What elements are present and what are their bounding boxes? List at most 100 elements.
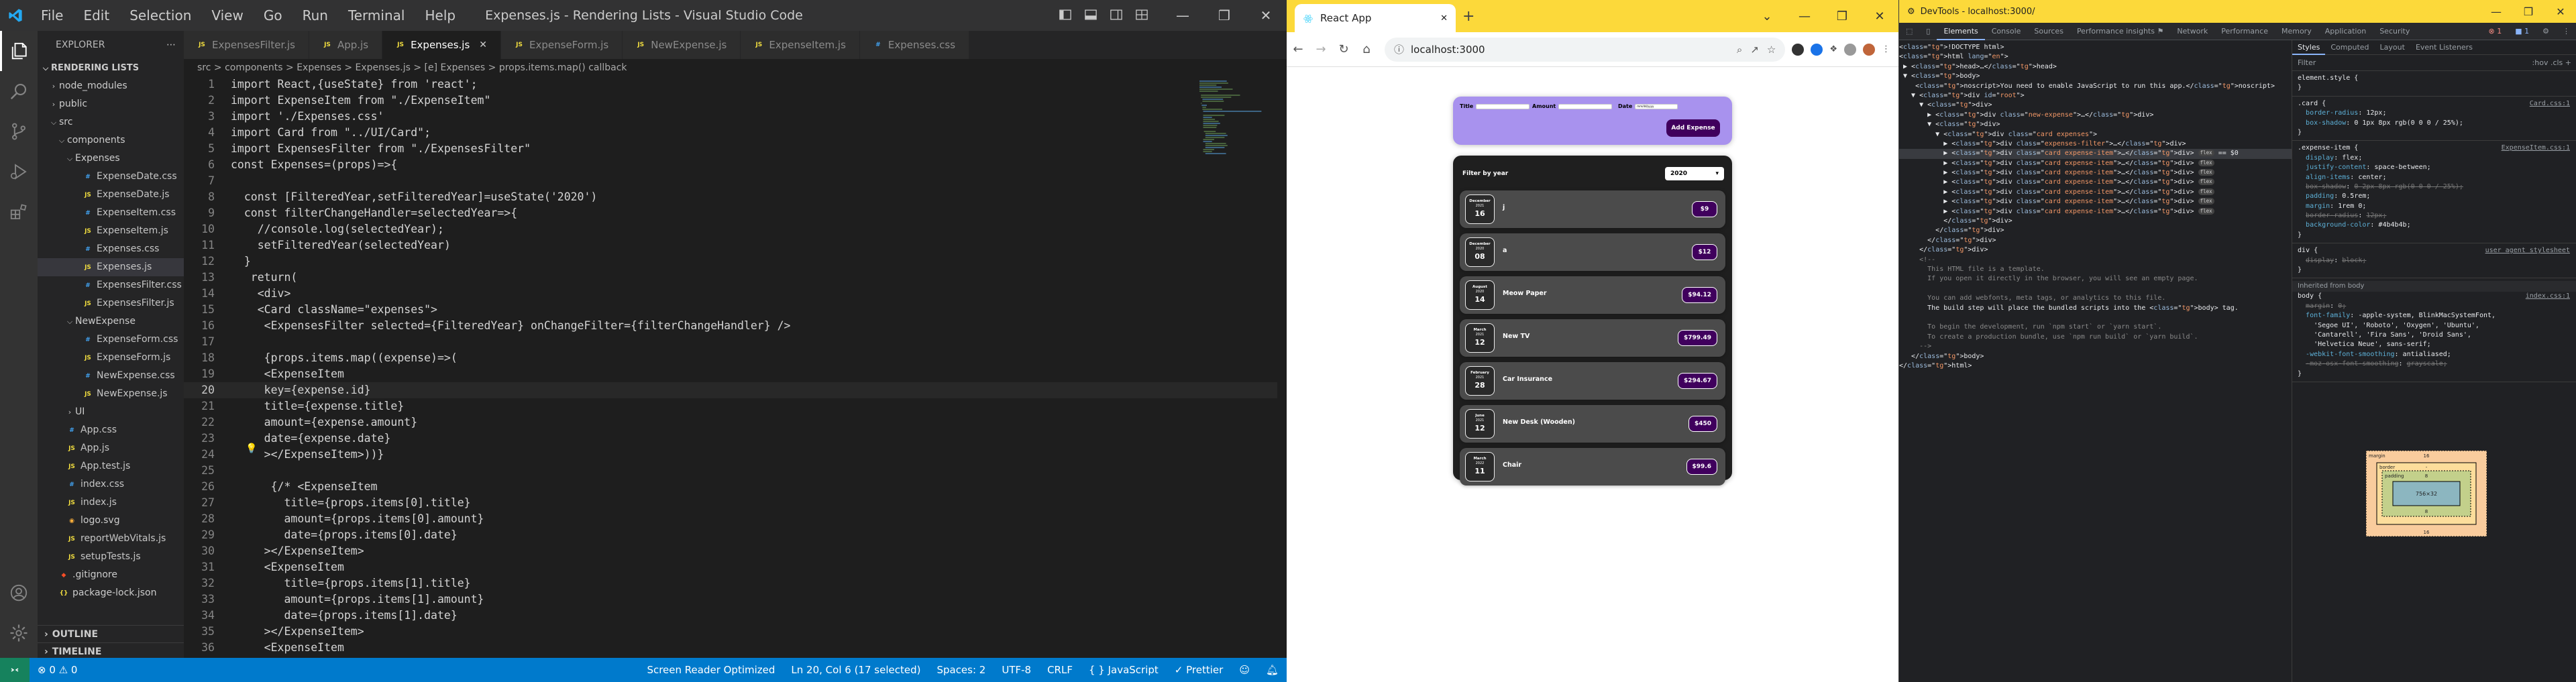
css-selector[interactable]: div {user agent stylesheet: [2292, 246, 2576, 255]
menu-selection[interactable]: Selection: [119, 0, 201, 31]
devtools-more-icon[interactable]: ⋮: [2556, 23, 2576, 40]
toggle-panel-icon[interactable]: [1084, 8, 1097, 21]
date-input[interactable]: mm/dd/yyyy: [1635, 103, 1678, 109]
devtools-tab[interactable]: Application: [2318, 23, 2373, 40]
dom-node[interactable]: </class="tg">div>: [1899, 226, 2292, 235]
css-selector[interactable]: element.style {: [2292, 74, 2576, 83]
browser-restore-button[interactable]: ❒: [1823, 0, 1861, 32]
extension-icon[interactable]: [1811, 43, 1823, 56]
manage-gear-icon[interactable]: [0, 613, 38, 653]
outline-section[interactable]: › OUTLINE: [38, 625, 184, 642]
css-property[interactable]: justify-content: space-between;: [2292, 163, 2576, 172]
notifications-bell-icon[interactable]: 🔔︎: [1258, 664, 1287, 676]
screen-reader-status[interactable]: Screen Reader Optimized: [639, 664, 783, 676]
styles-filter[interactable]: Filter :hov .cls +: [2292, 55, 2576, 71]
file-item[interactable]: # ExpensesFilter.css: [38, 276, 184, 294]
browser-tab[interactable]: React App ✕: [1295, 4, 1456, 32]
expense-item[interactable]: March 2021 12 New TV $799.49: [1460, 319, 1725, 357]
css-property[interactable]: font-family: -apple-system, BlinkMacSyst…: [2292, 311, 2576, 321]
new-tab-button[interactable]: +: [1462, 8, 1474, 25]
css-property[interactable]: -webkit-font-smoothing: antialiased;: [2292, 350, 2576, 359]
dom-node[interactable]: To create a production bundle, use `npm …: [1899, 333, 2292, 342]
zoom-search-icon[interactable]: ⌕: [1737, 44, 1742, 56]
rule-source-link[interactable]: user agent stylesheet: [2485, 246, 2570, 255]
file-item[interactable]: JS index.js: [38, 494, 184, 512]
devtools-tab[interactable]: Elements: [1937, 23, 1985, 40]
remote-indicator[interactable]: [0, 658, 30, 682]
browser-close-button[interactable]: ✕: [1861, 0, 1898, 32]
editor-tab[interactable]: JS NewExpense.js: [623, 31, 741, 59]
rule-source-link[interactable]: ExpenseItem.css:1: [2502, 144, 2570, 153]
issues-badge[interactable]: ■ 1: [2508, 23, 2536, 40]
devtools-settings-icon[interactable]: ⚙: [2536, 23, 2556, 40]
minimap[interactable]: [1197, 76, 1277, 658]
devtools-tab[interactable]: Security: [2373, 23, 2416, 40]
indentation-status[interactable]: Spaces: 2: [928, 664, 994, 676]
menu-view[interactable]: View: [201, 0, 253, 31]
encoding-status[interactable]: UTF-8: [994, 664, 1039, 676]
css-property[interactable]: box-shadow: 0 2px 8px rgb(0 0 0 / 25%);: [2292, 182, 2576, 192]
folder-item[interactable]: › UI: [38, 403, 184, 421]
dom-node[interactable]: </class="tg">div>: [1899, 245, 2292, 255]
dom-node[interactable]: [1899, 313, 2292, 323]
reload-icon[interactable]: ↻: [1332, 42, 1355, 56]
site-info-icon[interactable]: ⓘ: [1394, 42, 1404, 56]
expense-item[interactable]: February 2021 28 Car Insurance $294.67: [1460, 362, 1725, 400]
css-property[interactable]: background-color: #4b4b4b;: [2292, 221, 2576, 230]
dom-node[interactable]: [1899, 284, 2292, 294]
minimize-button[interactable]: —: [1162, 0, 1203, 31]
devtools-tab[interactable]: Performance: [2214, 23, 2275, 40]
dom-node[interactable]: -->: [1899, 342, 2292, 351]
file-item[interactable]: JS setupTests.js: [38, 548, 184, 566]
devtools-close-button[interactable]: ✕: [2544, 0, 2576, 23]
dom-node[interactable]: ▼ <class="tg">body>: [1899, 72, 2292, 81]
devtools-tab[interactable]: Memory: [2275, 23, 2318, 40]
css-property[interactable]: display: block;: [2292, 256, 2576, 266]
editor-tab[interactable]: JS Expenses.js ✕: [382, 31, 502, 59]
file-item[interactable]: # ExpenseForm.css: [38, 331, 184, 349]
feedback-icon[interactable]: ☺: [1231, 664, 1258, 676]
devtools-restore-button[interactable]: ❒: [2512, 0, 2544, 23]
extension-icon[interactable]: [1792, 43, 1805, 56]
styles-filter-input[interactable]: Filter: [2298, 58, 2316, 67]
menu-go[interactable]: Go: [254, 0, 292, 31]
dom-node[interactable]: <class="tg">noscript>You need to enable …: [1899, 82, 2292, 91]
toggle-primary-sidebar-icon[interactable]: [1059, 8, 1072, 21]
restore-button[interactable]: ❒: [1203, 0, 1245, 31]
amount-input[interactable]: [1558, 103, 1613, 109]
dom-node[interactable]: ▼ <class="tg">div id="root">: [1899, 91, 2292, 101]
year-select[interactable]: 2020 ▾: [1665, 167, 1724, 180]
editor-tab[interactable]: JS ExpensesFilter.js: [184, 31, 309, 59]
styles-subtab[interactable]: Computed: [2325, 43, 2374, 52]
devtools-tab[interactable]: Console: [1985, 23, 2028, 40]
dom-node[interactable]: </class="tg">body>: [1899, 352, 2292, 361]
toggle-secondary-sidebar-icon[interactable]: [1110, 8, 1123, 21]
file-item[interactable]: JS App.js: [38, 439, 184, 457]
dom-node[interactable]: To begin the development, run `npm start…: [1899, 323, 2292, 332]
styles-subtab[interactable]: Layout: [2375, 43, 2410, 52]
editor-tab[interactable]: JS ExpenseItem.js: [741, 31, 860, 59]
devtools-tab[interactable]: Sources: [2027, 23, 2070, 40]
folder-item[interactable]: ⌵ Expenses: [38, 150, 184, 168]
device-toolbar-icon[interactable]: ▯: [1919, 23, 1937, 40]
css-property[interactable]: display: flex;: [2292, 154, 2576, 163]
devtools-minimize-button[interactable]: —: [2480, 0, 2512, 23]
folder-item[interactable]: ⌵ NewExpense: [38, 312, 184, 331]
dom-node[interactable]: You can add webfonts, meta tags, or anal…: [1899, 294, 2292, 303]
devtools-tab[interactable]: Network: [2170, 23, 2214, 40]
problems-indicator[interactable]: ⊗ 0 ⚠ 0: [30, 664, 85, 676]
editor-scrollbar[interactable]: [1277, 76, 1287, 658]
file-item[interactable]: # ExpenseItem.css: [38, 204, 184, 222]
expense-item[interactable]: August 2020 14 Meow Paper $94.12: [1460, 276, 1725, 314]
dom-node[interactable]: ▶ <class="tg">div class="new-expense">…<…: [1899, 111, 2292, 120]
prettier-status[interactable]: ✓ Prettier: [1167, 664, 1232, 676]
profile-avatar[interactable]: [1863, 43, 1875, 56]
expense-item[interactable]: March 2022 11 Chair $99.6: [1460, 448, 1725, 486]
folder-item[interactable]: ⌵ components: [38, 131, 184, 150]
css-property[interactable]: -moz-osx-font-smoothing: grayscale;: [2292, 359, 2576, 369]
dom-node[interactable]: ▶ <class="tg">div class="card expense-it…: [1899, 149, 2292, 159]
css-selector[interactable]: .expense-item {ExpenseItem.css:1: [2292, 144, 2576, 153]
file-item[interactable]: JS ExpenseForm.js: [38, 349, 184, 367]
css-property[interactable]: margin: 1rem 0;: [2292, 202, 2576, 211]
dom-node[interactable]: ▼ <class="tg">div class="card expenses">: [1899, 130, 2292, 139]
